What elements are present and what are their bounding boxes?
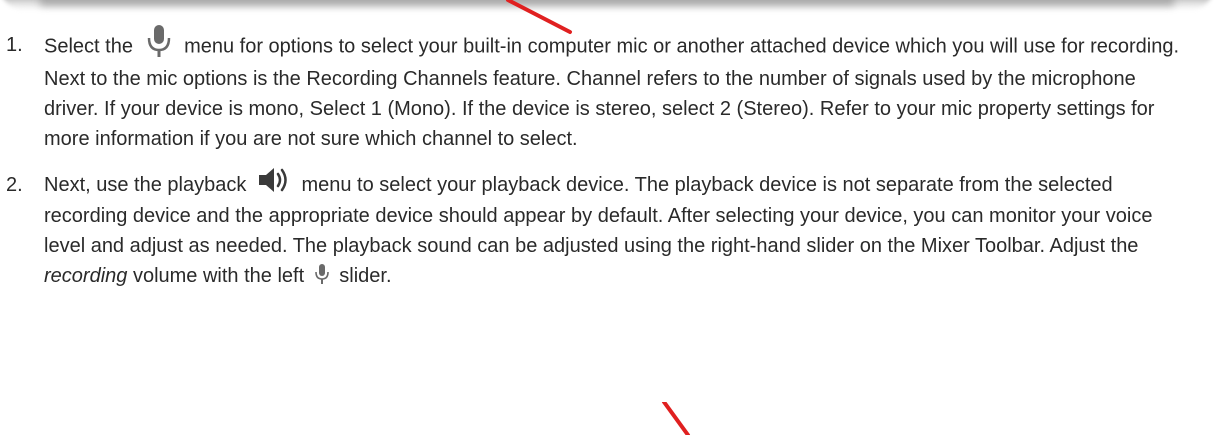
step-text-end: slider. xyxy=(339,264,392,287)
instruction-list: 1. Select the menu for options to select… xyxy=(0,25,1214,307)
step-text-before: Next, use the playback xyxy=(44,174,247,196)
microphone-icon xyxy=(314,264,329,285)
step-number: 2. xyxy=(6,174,23,196)
microphone-icon xyxy=(147,25,170,57)
step-number: 1. xyxy=(6,34,23,56)
blurred-screenshot-shadow xyxy=(40,0,1174,6)
document-page: 1. Select the menu for options to select… xyxy=(0,0,1214,435)
instruction-step-2: 2. Next, use the playback menu to select… xyxy=(0,167,1214,291)
red-arrow-bottom xyxy=(662,402,690,435)
instruction-step-1: 1. Select the menu for options to select… xyxy=(0,25,1214,154)
step-emphasis: recording xyxy=(44,264,128,287)
step-text-mid: volume with the left xyxy=(132,264,305,287)
step-text-after: menu for options to select your built-in… xyxy=(44,35,1180,150)
speaker-icon xyxy=(258,167,287,192)
step-text-before: Select the xyxy=(44,35,133,58)
